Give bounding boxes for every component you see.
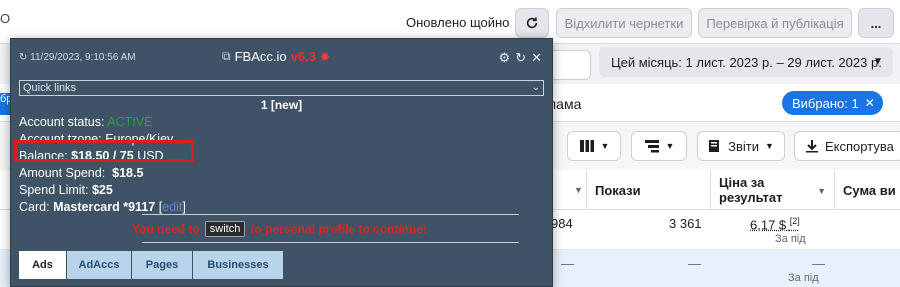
divider — [142, 242, 519, 243]
export-button[interactable]: Експортува — [794, 131, 900, 161]
status-label: Account status: — [19, 115, 105, 129]
switch-profile-warning: You need to switch to personal profile t… — [132, 221, 427, 237]
table-cell: — — [561, 256, 574, 271]
copy-icon[interactable]: ⧉ — [222, 49, 231, 64]
table-cell-cost: 6,17 $ [2] — [750, 216, 800, 232]
table-cell: — — [812, 256, 825, 271]
chevron-down-icon: ▼ — [665, 141, 675, 151]
chevron-down-icon: ▼ — [764, 141, 774, 151]
tab-ads[interactable]: Ads — [19, 251, 66, 279]
sort-caret-icon: ▼ — [817, 186, 826, 196]
refresh-icon — [526, 17, 538, 29]
amount-spend-line: Amount Spend: $18.5 — [19, 165, 186, 182]
card-edit-link[interactable]: edit — [162, 200, 182, 214]
chevron-down-icon: ⌄ — [531, 82, 540, 93]
column-header-label: Ціна за результат — [719, 175, 783, 205]
sort-caret-icon[interactable]: ▼ — [566, 170, 586, 210]
explosion-icon: ✸ — [319, 49, 330, 64]
popup-controls: ⚙ ↻ ✕ — [499, 50, 542, 66]
breakdown-icon — [644, 140, 659, 153]
selected-count-label: Вибрано: 1 — [792, 95, 859, 111]
columns-icon — [579, 140, 594, 152]
tab-ads[interactable]: лама — [548, 96, 581, 112]
discard-drafts-button[interactable]: Відхилити чернетки — [556, 8, 692, 38]
table-cell-subtext: За під — [775, 233, 806, 245]
close-icon[interactable]: ✕ — [865, 96, 875, 110]
review-publish-button[interactable]: Перевірка й публікація — [698, 8, 852, 38]
settings-icon[interactable]: ⚙ — [499, 50, 511, 66]
updated-status: Оновлено щойно — [406, 15, 510, 30]
cost-note: [2] — [789, 216, 800, 226]
tab-pages[interactable]: Pages — [132, 251, 192, 279]
left-tab-edge[interactable]: бр — [0, 93, 10, 115]
status-badge: ACTIVE — [107, 115, 153, 129]
quick-links-placeholder: Quick links — [23, 82, 77, 94]
date-range-picker[interactable]: Цей місяць: 1 лист. 2023 р. – 29 лист. 2… — [599, 47, 893, 77]
spend-label: Amount Spend: — [19, 166, 106, 180]
popup-title-text: FBAcc.io — [234, 49, 287, 64]
account-info: Account status: ACTIVE Account tzone: Eu… — [19, 114, 186, 216]
close-icon[interactable]: ✕ — [531, 50, 542, 66]
divider — [142, 214, 519, 215]
column-header-cost-per-result[interactable]: Ціна за результат ▼ — [710, 170, 834, 210]
account-status-line: Account status: ACTIVE — [19, 114, 186, 131]
refresh-button[interactable] — [515, 8, 549, 38]
spend-value: $18.5 — [112, 166, 144, 180]
warning-text-after: to personal profile to continue! — [250, 222, 428, 236]
table-cell: 984 — [551, 216, 573, 231]
reports-label: Звіти — [728, 138, 759, 154]
date-range-label: Цей місяць: 1 лист. 2023 р. – 29 лист. 2… — [611, 54, 882, 70]
export-label: Експортува — [825, 138, 894, 154]
selected-filter-badge[interactable]: Вибрано: 1 ✕ — [782, 91, 883, 115]
chevron-down-icon: ▼ — [600, 141, 610, 151]
popup-timestamp: ↻ 11/29/2023, 9:10:56 AM — [19, 52, 136, 63]
balance-highlight-box — [14, 140, 194, 162]
caret-down-icon: ▼ — [873, 56, 883, 67]
tab-adaccs[interactable]: AdAccs — [67, 251, 131, 279]
account-selector-edge[interactable]: О — [0, 11, 10, 26]
popup-tabs: Ads AdAccs Pages Businesses — [19, 251, 283, 279]
limit-value: $25 — [91, 183, 113, 197]
account-count: 1 [new] — [260, 98, 303, 112]
spend-limit-line: Spend Limit: $25 — [19, 182, 186, 199]
quick-links-select[interactable]: Quick links ⌄ — [19, 80, 544, 96]
switch-button[interactable]: switch — [204, 221, 246, 237]
fbacc-popup: ↻ 11/29/2023, 9:10:56 AM ⧉ FBAcc.io v6.3… — [10, 38, 553, 287]
card-label: Card: — [19, 200, 50, 214]
reports-icon — [709, 140, 720, 152]
limit-label: Spend Limit: — [19, 183, 89, 197]
table-cell: 3 361 — [669, 216, 702, 231]
download-icon — [806, 140, 818, 153]
column-header-impressions[interactable]: Покази — [586, 170, 710, 210]
column-header-amount-spent[interactable]: Сума ви — [834, 170, 900, 210]
columns-button[interactable]: ▼ — [567, 131, 621, 161]
table-cell: — — [688, 256, 701, 271]
breakdown-button[interactable]: ▼ — [631, 131, 687, 161]
reports-button[interactable]: Звіти ▼ — [697, 131, 785, 161]
popup-title: ⧉ FBAcc.io v6.3 ✸ — [222, 49, 330, 64]
popup-version: v6.3 — [290, 49, 316, 64]
card-value: Mastercard *9117 — [53, 200, 156, 214]
tab-businesses[interactable]: Businesses — [193, 251, 283, 279]
reload-icon[interactable]: ↻ — [515, 50, 526, 66]
warning-text-before: You need to — [132, 222, 200, 236]
table-cell-subtext: За під — [788, 272, 819, 284]
cost-value: 6,17 $ — [750, 217, 787, 233]
more-button[interactable]: ... — [858, 8, 894, 38]
